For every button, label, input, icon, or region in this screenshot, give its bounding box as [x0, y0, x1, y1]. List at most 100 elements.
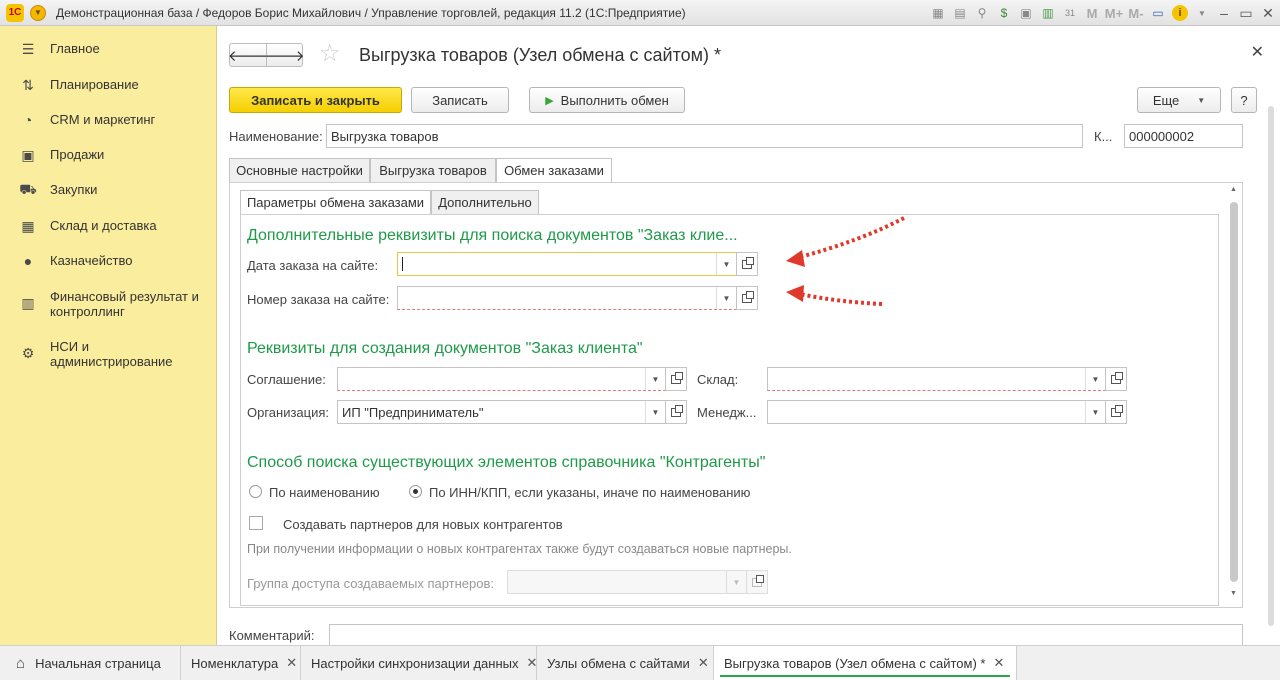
- sidebar-item-crm[interactable]: ◔ CRM и маркетинг: [0, 112, 217, 128]
- create-partners-checkbox[interactable]: [249, 516, 263, 530]
- tab-order-exchange-params[interactable]: Параметры обмена заказами: [240, 190, 431, 215]
- form-close-icon[interactable]: ✕: [1251, 42, 1264, 62]
- form-title: Выгрузка товаров (Узел обмена с сайтом) …: [359, 45, 722, 65]
- app-logo-icon[interactable]: 1C: [6, 3, 24, 22]
- code-input[interactable]: 000000002: [1124, 124, 1243, 148]
- open-organization-button[interactable]: [665, 400, 687, 424]
- annotation-arrows: [786, 216, 905, 306]
- calculator-icon[interactable]: ▥: [1040, 5, 1056, 21]
- close-tab-icon[interactable]: ✕: [698, 655, 709, 671]
- run-exchange-button[interactable]: ▶ Выполнить обмен: [529, 87, 685, 113]
- back-button[interactable]: 🡐: [227, 43, 269, 67]
- radio-by-name[interactable]: [249, 485, 262, 498]
- sidebar-item-main[interactable]: ☰ Главное: [0, 41, 217, 57]
- dropdown-icon[interactable]: ▼: [645, 401, 665, 423]
- comment-input[interactable]: [329, 624, 1243, 646]
- form-area: 🡐 🡒 ☆ Выгрузка товаров (Узел обмена с са…: [218, 26, 1280, 646]
- open-order-number-button[interactable]: [736, 286, 758, 310]
- home-icon: ⌂: [16, 654, 26, 672]
- calendar-icon[interactable]: 31: [1062, 5, 1078, 21]
- window-title: Демонстрационная база / Федоров Борис Ми…: [56, 5, 686, 20]
- section-title-search-attrs: Дополнительные реквизиты для поиска доку…: [247, 227, 738, 244]
- bottom-tab-home[interactable]: ⌂ Начальная страница: [0, 646, 181, 680]
- open-access-group-button[interactable]: [746, 570, 768, 594]
- dropdown-icon[interactable]: ▼: [1085, 401, 1105, 423]
- sidebar-item-planning[interactable]: ⇅ Планирование: [0, 77, 217, 93]
- search-icon[interactable]: ⚲: [974, 5, 990, 21]
- bottom-tab-goods-export[interactable]: Выгрузка товаров (Узел обмена с сайтом) …: [714, 646, 1017, 680]
- save-icon[interactable]: ▦: [930, 5, 946, 21]
- scrollbar-thumb[interactable]: [1230, 202, 1238, 582]
- bottom-tab-sync-settings[interactable]: Настройки синхронизации данных ✕: [301, 646, 537, 680]
- tab-additional[interactable]: Дополнительно: [431, 190, 539, 215]
- money-icon[interactable]: $: [996, 5, 1012, 21]
- forward-button[interactable]: 🡒: [264, 43, 305, 67]
- close-tab-icon[interactable]: ✕: [993, 655, 1004, 671]
- memory-minus-icon[interactable]: M-: [1128, 5, 1144, 21]
- dropdown-icon[interactable]: ▼: [716, 253, 736, 275]
- create-partners-hint: При получении информации о новых контраг…: [247, 542, 792, 556]
- organization-label: Организация:: [247, 405, 330, 420]
- close-icon[interactable]: ✕: [1260, 5, 1276, 21]
- dropdown-icon[interactable]: ▼: [726, 571, 746, 593]
- sidebar-item-treasury[interactable]: ● Казначейство: [0, 253, 217, 269]
- open-agreement-button[interactable]: [665, 367, 687, 391]
- tab-main-settings[interactable]: Основные настройки: [229, 158, 370, 183]
- organization-select[interactable]: ИП "Предприниматель" ▼: [337, 400, 666, 424]
- warehouse-select[interactable]: ▼: [767, 367, 1106, 391]
- coin-icon: ●: [23, 253, 33, 269]
- open-warehouse-button[interactable]: [1105, 367, 1127, 391]
- vertical-scrollbar[interactable]: ▲ ▼: [1229, 186, 1239, 602]
- memory-icon[interactable]: M: [1084, 5, 1100, 21]
- save-and-close-button[interactable]: Записать и закрыть: [229, 87, 402, 113]
- open-order-date-button[interactable]: [736, 252, 758, 276]
- manager-select[interactable]: ▼: [767, 400, 1106, 424]
- sidebar-item-sales[interactable]: ▣ Продажи: [0, 147, 217, 163]
- print-icon[interactable]: ▤: [952, 5, 968, 21]
- open-manager-button[interactable]: [1105, 400, 1127, 424]
- sidebar-item-finance[interactable]: ▥ Финансовый результат и контроллинг: [0, 289, 217, 319]
- scroll-up-icon[interactable]: ▲: [1230, 186, 1237, 193]
- sidebar-item-admin[interactable]: ⚙ НСИ и администрирование: [0, 339, 217, 369]
- panel-icon[interactable]: ▭: [1150, 5, 1166, 21]
- sidebar-item-purchases[interactable]: ⛟ Закупки: [0, 181, 217, 198]
- agreement-select[interactable]: ▼: [337, 367, 666, 391]
- tab-order-exchange[interactable]: Обмен заказами: [496, 158, 612, 183]
- form-scrollbar-thumb[interactable]: [1268, 106, 1274, 626]
- info-icon[interactable]: i: [1172, 5, 1188, 21]
- more-button[interactable]: Еще ▼: [1137, 87, 1221, 113]
- sidebar-item-warehouse[interactable]: ▦ Склад и доставка: [0, 218, 217, 234]
- main-menu-icon[interactable]: ▼: [30, 4, 46, 21]
- bottom-tab-exchange-nodes[interactable]: Узлы обмена с сайтами ✕: [537, 646, 714, 680]
- tab-goods-export[interactable]: Выгрузка товаров: [370, 158, 496, 183]
- favorite-star-icon[interactable]: ☆: [319, 42, 341, 66]
- order-date-select[interactable]: ▼: [397, 252, 737, 276]
- open-windows-bar: ⌂ Начальная страница Номенклатура ✕ Наст…: [0, 645, 1280, 680]
- documents-icon[interactable]: ▣: [1018, 5, 1034, 21]
- name-label: Наименование:: [229, 129, 323, 144]
- save-button[interactable]: Записать: [411, 87, 509, 113]
- dropdown-icon[interactable]: ▼: [1085, 368, 1105, 390]
- close-tab-icon[interactable]: ✕: [527, 655, 538, 671]
- maximize-icon[interactable]: ▭: [1238, 5, 1254, 21]
- access-group-select[interactable]: ▼: [507, 570, 747, 594]
- scroll-down-icon[interactable]: ▼: [1230, 590, 1237, 597]
- bottom-tab-nomenclature[interactable]: Номенклатура ✕: [181, 646, 301, 680]
- close-tab-icon[interactable]: ✕: [286, 655, 297, 671]
- comment-label: Комментарий:: [229, 628, 315, 643]
- order-number-select[interactable]: ▼: [397, 286, 737, 310]
- dropdown-icon[interactable]: ▼: [645, 368, 665, 390]
- arrow-right-icon: 🡒: [264, 47, 305, 65]
- create-partners-label[interactable]: Создавать партнеров для новых контрагент…: [283, 517, 563, 532]
- arrow-left-icon: 🡐: [227, 47, 269, 65]
- radio-by-inn[interactable]: [409, 485, 422, 498]
- minimize-icon[interactable]: –: [1216, 5, 1232, 21]
- dropdown-icon[interactable]: ▼: [716, 287, 736, 309]
- radio-by-inn-label[interactable]: По ИНН/КПП, если указаны, иначе по наиме…: [429, 485, 750, 500]
- form-scrollbar[interactable]: [1267, 66, 1277, 626]
- settings-caret-icon[interactable]: ▼: [1194, 5, 1210, 21]
- memory-plus-icon[interactable]: M+: [1105, 5, 1123, 21]
- radio-by-name-label[interactable]: По наименованию: [269, 485, 380, 500]
- name-input[interactable]: Выгрузка товаров: [326, 124, 1083, 148]
- help-button[interactable]: ?: [1231, 87, 1257, 113]
